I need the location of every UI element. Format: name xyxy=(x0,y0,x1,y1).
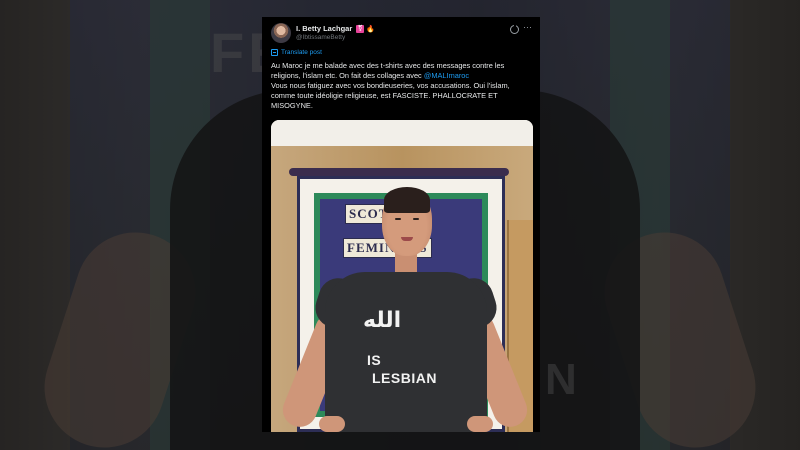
author-name-row[interactable]: I. Betty Lachgar ⚧ 🔥 xyxy=(296,24,375,33)
shirt-text-line-2: LESBIAN xyxy=(372,370,437,386)
more-options-icon[interactable]: ··· xyxy=(523,22,532,32)
left-hand xyxy=(319,416,345,432)
banner-rope xyxy=(289,168,509,176)
right-eye xyxy=(413,218,419,220)
post-card: I. Betty Lachgar ⚧ 🔥 @IbtissameBetty ···… xyxy=(262,17,540,432)
mention-link[interactable]: @MALImaroc xyxy=(424,71,469,80)
grok-icon[interactable] xyxy=(510,24,519,34)
post-text: Au Maroc je me balade avec des t-shirts … xyxy=(271,61,533,111)
translate-post-link[interactable]: Translate post xyxy=(271,49,322,56)
post-text-part2: Vous nous fatiguez avec vos bondieuserie… xyxy=(271,81,510,110)
right-hand xyxy=(467,416,493,432)
translate-icon xyxy=(271,49,278,56)
wall xyxy=(271,120,533,146)
transgender-symbol-icon: ⚧ xyxy=(356,24,365,33)
post-header: I. Betty Lachgar ⚧ 🔥 @IbtissameBetty ··· xyxy=(271,22,533,51)
t-shirt xyxy=(325,272,487,432)
avatar[interactable] xyxy=(271,23,291,43)
shirt-arabic-text: الله xyxy=(363,308,402,333)
translate-post-label: Translate post xyxy=(281,49,322,56)
hair xyxy=(384,187,430,213)
post-text-part1: Au Maroc je me balade avec des t-shirts … xyxy=(271,61,505,80)
display-name[interactable]: I. Betty Lachgar xyxy=(296,24,352,33)
fire-icon: 🔥 xyxy=(366,25,375,33)
left-eye xyxy=(395,218,401,220)
author-handle[interactable]: @IbtissameBetty xyxy=(296,34,345,41)
post-photo[interactable]: SCOTTISH FEMINISTS الله IS LESBIAN xyxy=(271,120,533,432)
shirt-text-line-1: IS xyxy=(367,352,382,368)
